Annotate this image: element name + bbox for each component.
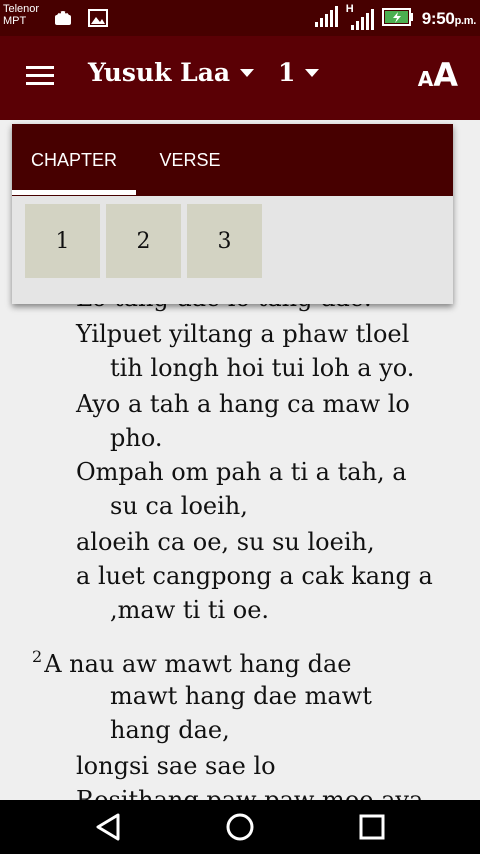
app-bar: Yusuk Laa 1 AA xyxy=(0,36,480,120)
font-size-large-glyph: A xyxy=(433,56,458,94)
chapter-selector[interactable]: 1 xyxy=(278,58,320,87)
verse-line-text: A nau aw mawt hang dae xyxy=(44,650,352,678)
battery-charging-icon xyxy=(381,8,414,30)
chapter-number: 1 xyxy=(278,58,296,87)
status-bar: Telenor MPT H 9:50p.m. xyxy=(0,0,480,36)
picker-tabs: CHAPTER VERSE xyxy=(12,124,453,196)
verse-line: Rosithang paw paw moe aya xyxy=(76,786,424,800)
navigation-bar xyxy=(0,800,480,854)
clock: 9:50p.m. xyxy=(421,9,477,29)
chapter-cell[interactable]: 2 xyxy=(106,204,181,278)
chapter-cell[interactable]: 1 xyxy=(25,204,100,278)
chapter-grid: 1 2 3 xyxy=(25,204,262,278)
verse-line: aloeih ca oe, su su loeih, xyxy=(76,528,375,556)
clock-time: 9:50 xyxy=(421,9,455,28)
book-selector[interactable]: Yusuk Laa xyxy=(88,58,255,87)
status-icons: H 9:50p.m. xyxy=(314,3,477,32)
verse-line: hang dae, xyxy=(110,716,230,744)
verse-line: a luet cangpong a cak kang a xyxy=(76,562,433,590)
hamburger-icon-line xyxy=(26,66,54,69)
verse-line: su ca loeih, xyxy=(110,492,248,520)
clock-suffix: p.m. xyxy=(454,15,477,27)
carrier-line1: Telenor xyxy=(3,3,40,15)
hamburger-icon-line xyxy=(26,82,54,85)
chapter-cell[interactable]: 3 xyxy=(187,204,262,278)
verse-line: longsi sae sae lo xyxy=(76,752,276,780)
gallery-icon xyxy=(88,8,108,32)
recent-apps-icon[interactable] xyxy=(356,812,388,842)
dropdown-arrow-icon xyxy=(305,68,320,77)
active-tab-indicator xyxy=(12,190,136,195)
back-icon[interactable] xyxy=(92,812,124,842)
verse-line: Ayo a tah a hang ca maw lo xyxy=(76,390,410,418)
network-signal-icon: H xyxy=(346,3,374,31)
chapter-verse-picker: CHAPTER VERSE 1 2 3 xyxy=(12,124,453,304)
verse-line: tih longh hoi tui loh a yo. xyxy=(110,354,415,382)
verse-number: 2 xyxy=(32,647,43,666)
book-name: Yusuk Laa xyxy=(88,58,231,87)
font-size-button[interactable]: AA xyxy=(418,56,458,94)
verse-line: 2A nau aw mawt hang dae xyxy=(32,647,351,678)
tab-chapter[interactable]: CHAPTER xyxy=(12,124,136,196)
signal-icon xyxy=(314,6,338,32)
verse-line: Yilpuet yiltang a phaw tloel xyxy=(76,320,410,348)
menu-button[interactable] xyxy=(20,62,60,96)
verse-line: mawt hang dae mawt xyxy=(110,682,372,710)
font-size-small-glyph: A xyxy=(417,67,434,91)
hamburger-icon-line xyxy=(26,74,54,77)
verse-line: Ompah om pah a ti a tah, a xyxy=(76,458,407,486)
verse-line: pho. xyxy=(110,424,163,452)
home-icon[interactable] xyxy=(224,812,256,842)
carrier-name: Telenor MPT xyxy=(3,3,39,27)
tab-verse[interactable]: VERSE xyxy=(136,124,244,196)
verse-line: ,maw ti ti oe. xyxy=(110,596,270,624)
carrier-line2: MPT xyxy=(3,15,27,27)
dropdown-arrow-icon xyxy=(240,68,255,77)
android-debug-icon xyxy=(52,8,74,32)
